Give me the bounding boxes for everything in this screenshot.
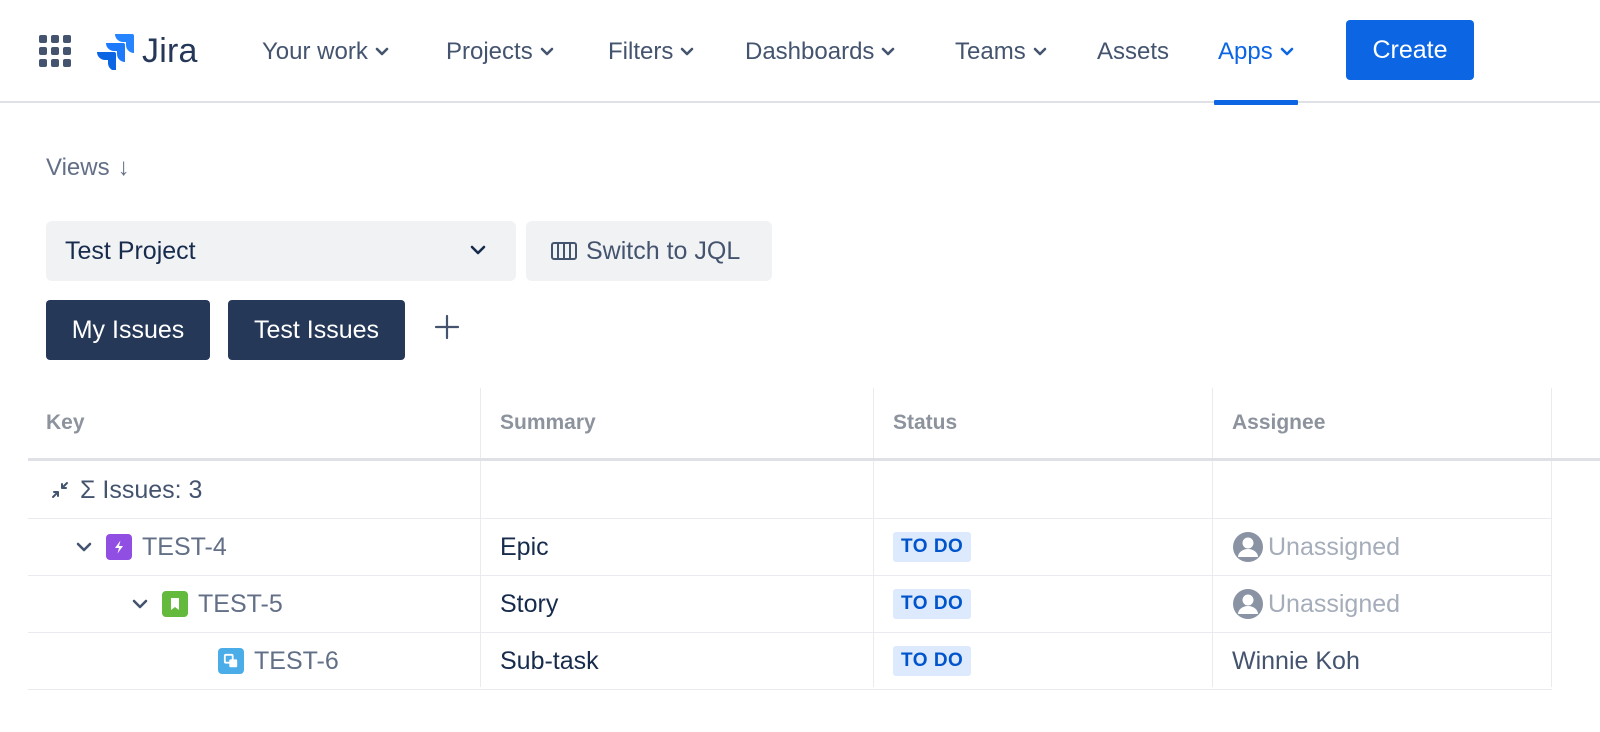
status-badge[interactable]: TO DO (893, 646, 972, 676)
jira-logo[interactable]: Jira (96, 30, 198, 72)
avatar-icon (1233, 532, 1263, 562)
table-row[interactable]: TEST-4 Epic TO DO Unassigned (28, 519, 1552, 576)
plus-icon[interactable] (432, 312, 462, 342)
filter-my-issues[interactable]: My Issues (46, 300, 210, 360)
nav-filters-label: Filters (608, 37, 674, 65)
column-header-assignee[interactable]: Assignee (1232, 388, 1325, 458)
filter-test-issues[interactable]: Test Issues (228, 300, 405, 360)
jira-logo-icon (97, 34, 134, 70)
nav-filters[interactable]: Filters (608, 0, 694, 103)
epic-icon (106, 534, 132, 560)
nav-dashboards-label: Dashboards (745, 37, 875, 65)
project-select-value: Test Project (65, 236, 196, 265)
logo-text: Jira (142, 31, 198, 70)
key-cell: TEST-5 (132, 576, 283, 632)
column-header-status[interactable]: Status (893, 388, 957, 458)
issue-summary[interactable]: Story (500, 590, 558, 619)
column-header-summary[interactable]: Summary (500, 388, 596, 458)
app-switcher-icon[interactable] (39, 35, 71, 67)
chevron-down-icon[interactable] (132, 599, 148, 610)
chevron-down-icon (540, 47, 554, 55)
nav-assets[interactable]: Assets (1097, 0, 1169, 103)
issue-key-link[interactable]: TEST-4 (142, 533, 227, 562)
status-cell: TO DO (893, 633, 972, 689)
summary-cell: Story (500, 576, 558, 632)
avatar-icon (1233, 589, 1263, 619)
issue-summary[interactable]: Epic (500, 533, 549, 562)
table-header: Key Summary Status Assignee (28, 388, 1600, 461)
nav-your-work[interactable]: Your work (262, 0, 389, 103)
columns-icon (551, 242, 577, 260)
chevron-down-icon (681, 47, 694, 55)
nav-apps-label: Apps (1218, 37, 1273, 65)
switch-to-jql-button[interactable]: Switch to JQL (526, 221, 772, 281)
status-cell: TO DO (893, 576, 972, 632)
assignee-cell: Unassigned (1232, 576, 1400, 632)
issue-key-link[interactable]: TEST-6 (254, 647, 339, 676)
assignee-name[interactable]: Unassigned (1268, 533, 1400, 562)
subtask-icon (218, 648, 244, 674)
chevron-down-icon (882, 47, 895, 55)
table-summary-row: Σ Issues: 3 (28, 462, 1552, 519)
top-navigation: Jira Your work Projects Filters Dashboar… (0, 0, 1600, 105)
table-row[interactable]: TEST-5 Story TO DO Unassigned (28, 576, 1552, 633)
assignee-name[interactable]: Unassigned (1268, 590, 1400, 619)
key-cell: TEST-6 (218, 633, 339, 689)
status-badge[interactable]: TO DO (893, 532, 972, 562)
collapse-all-icon[interactable] (50, 480, 70, 500)
chevron-down-icon (470, 245, 486, 255)
project-select[interactable]: Test Project (46, 221, 516, 281)
key-cell: TEST-4 (76, 519, 227, 575)
chevron-down-icon (1280, 47, 1294, 55)
issue-summary[interactable]: Sub-task (500, 647, 599, 676)
issues-count: Σ Issues: 3 (80, 475, 203, 504)
nav-projects-label: Projects (446, 37, 533, 65)
summary-cell: Epic (500, 519, 549, 575)
create-button[interactable]: Create (1346, 20, 1474, 80)
views-toggle[interactable]: Views ↓ (46, 154, 130, 182)
nav-projects[interactable]: Projects (446, 0, 554, 103)
table-row[interactable]: TEST-6 Sub-task TO DO Winnie Koh (28, 633, 1552, 690)
status-badge[interactable]: TO DO (893, 589, 972, 619)
chevron-down-icon (375, 47, 389, 55)
summary-cell: Σ Issues: 3 (50, 462, 202, 518)
views-label: Views (46, 154, 110, 181)
nav-teams-label: Teams (955, 37, 1026, 65)
assignee-cell: Winnie Koh (1232, 633, 1360, 689)
summary-cell: Sub-task (500, 633, 599, 689)
assignee-name[interactable]: Winnie Koh (1232, 647, 1360, 676)
nav-teams[interactable]: Teams (955, 0, 1047, 103)
issue-table: Key Summary Status Assignee Σ Issues: 3 … (28, 388, 1600, 690)
switch-to-jql-label: Switch to JQL (586, 236, 741, 265)
story-icon (162, 591, 188, 617)
arrow-down-icon: ↓ (117, 154, 130, 181)
nav-your-work-label: Your work (262, 37, 368, 65)
chevron-down-icon (1033, 47, 1046, 55)
issue-key-link[interactable]: TEST-5 (198, 590, 283, 619)
nav-apps[interactable]: Apps (1214, 0, 1298, 105)
chevron-down-icon[interactable] (76, 542, 92, 553)
nav-dashboards[interactable]: Dashboards (745, 0, 895, 103)
assignee-cell: Unassigned (1232, 519, 1400, 575)
nav-assets-label: Assets (1097, 37, 1170, 65)
column-header-key[interactable]: Key (46, 388, 85, 458)
status-cell: TO DO (893, 519, 972, 575)
